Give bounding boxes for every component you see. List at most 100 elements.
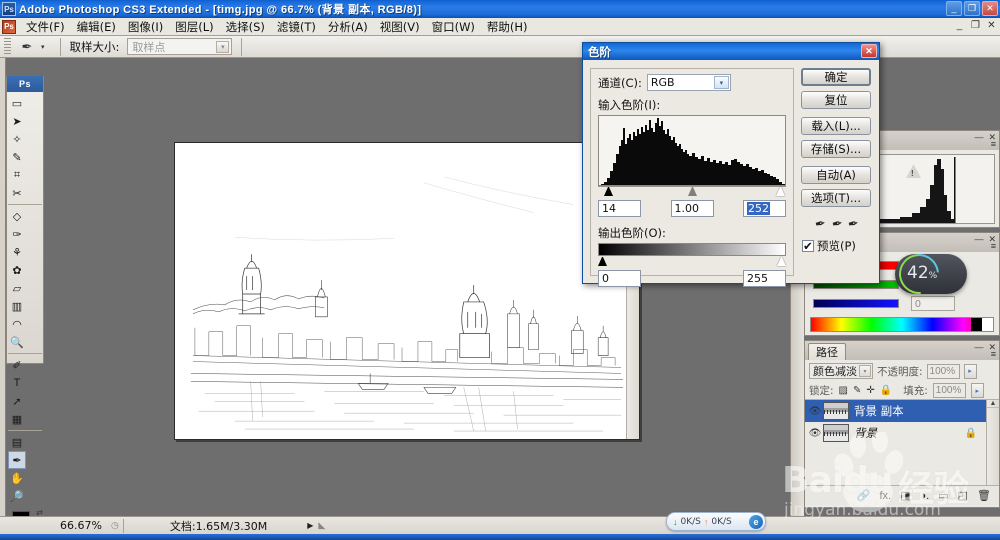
fill-slider-arrow-icon[interactable]: ▸ [970,383,984,398]
dodge-tool-icon[interactable]: 🔍 [8,333,26,351]
chevron-down-icon[interactable]: ▾ [216,41,230,53]
chevron-down-icon[interactable]: ▾ [859,365,871,377]
options-button[interactable]: 选项(T)... [801,189,871,207]
output-black-field[interactable]: 0 [598,270,641,287]
scroll-up-icon[interactable]: ▲ [987,400,999,408]
input-white-field[interactable]: 252 [743,200,786,217]
fill-value[interactable]: 100% [932,383,966,398]
doc-close-button[interactable]: ✕ [985,20,998,31]
close-icon[interactable]: ✕ [861,44,877,58]
gamma-handle[interactable] [688,187,697,196]
output-levels-slider[interactable] [598,256,786,268]
adjustment-layer-icon[interactable]: ◑. [920,490,930,502]
minimize-icon[interactable]: — [974,234,983,245]
panel-menu-icon[interactable]: ≡ [991,139,996,149]
minimize-icon[interactable]: — [974,342,983,353]
panel-menu-icon[interactable]: ≡ [991,241,996,251]
lasso-tool-icon[interactable]: ✧ [8,130,26,148]
black-white-swatch[interactable] [971,318,993,331]
histogram-warning-icon[interactable] [906,165,921,178]
sample-size-select[interactable]: 取样点 ▾ [127,38,233,55]
zoom-tool-icon[interactable]: 🔎 [8,487,26,505]
gradient-tool-icon[interactable]: ▥ [8,297,26,315]
doc-minimize-button[interactable]: _ [953,20,966,31]
menu-help[interactable]: 帮助(H) [481,18,534,36]
save-button[interactable]: 存储(S)... [801,140,871,158]
crop-tool-icon[interactable]: ⌗ [8,166,26,184]
blue-slider[interactable] [813,299,899,308]
minimize-button[interactable]: _ [946,1,962,16]
delete-layer-icon[interactable]: 🗑 [977,489,991,502]
preview-checkbox-row[interactable]: ✔ 预览(P) [802,238,873,254]
options-bar-grip[interactable] [4,37,11,56]
minimize-icon[interactable]: — [974,132,983,143]
eyedropper-tool-icon[interactable]: ✒ [8,451,26,469]
new-group-icon[interactable]: ▭ [938,489,948,502]
menu-file[interactable]: 文件(F) [20,18,71,36]
maximize-button[interactable]: ❐ [964,1,980,16]
table-row[interactable]: 👁 背景 副本 [805,400,999,422]
tab-paths[interactable]: 路径 [808,343,846,360]
menu-image[interactable]: 图像(I) [122,18,169,36]
healing-brush-tool-icon[interactable]: ◇ [8,207,26,225]
menu-filter[interactable]: 滤镜(T) [271,18,322,36]
add-mask-icon[interactable]: ◨ [900,489,910,502]
toolbox-header[interactable]: Ps [7,76,43,92]
black-point-eyedropper-icon[interactable]: ✒ [813,215,827,233]
panel-menu-icon[interactable]: ≡ [991,349,996,359]
menu-window[interactable]: 窗口(W) [426,18,481,36]
ok-button[interactable]: 确定 [801,68,871,86]
layer-thumbnail[interactable] [823,402,849,420]
tool-preset-chevron-down-icon[interactable]: ▾ [41,43,45,51]
lock-image-pixels-icon[interactable]: ✎ [853,385,861,396]
eraser-tool-icon[interactable]: ▱ [8,279,26,297]
blue-value[interactable]: 0 [911,296,955,311]
marquee-tool-icon[interactable]: ▭ [8,94,26,112]
move-tool-icon[interactable]: ➤ [8,112,26,130]
white-point-eyedropper-icon[interactable]: ✒ [847,215,861,233]
layers-scrollbar[interactable]: ▲ [986,400,999,485]
network-speed-widget[interactable]: ↓ 0K/S ↑ 0K/S e [666,512,766,531]
doc-restore-button[interactable]: ❐ [969,20,982,31]
reset-button[interactable]: 复位 [801,91,871,109]
black-point-handle[interactable] [604,187,613,196]
chevron-down-icon[interactable]: ▾ [713,76,729,89]
clone-stamp-tool-icon[interactable]: ⚘ [8,243,26,261]
brush-tool-icon[interactable]: ✑ [8,225,26,243]
menu-layer[interactable]: 图层(L) [169,18,219,36]
layer-style-fx-icon[interactable]: fx. [879,490,891,502]
input-gamma-field[interactable]: 1.00 [670,200,714,217]
lock-position-icon[interactable]: ✛ [866,385,874,396]
lock-transparent-pixels-icon[interactable]: ▨ [839,385,848,396]
output-white-field[interactable]: 255 [743,270,786,287]
blur-tool-icon[interactable]: ◠ [8,315,26,333]
hand-tool-icon[interactable]: ✋ [8,469,26,487]
slice-tool-icon[interactable]: ✂ [8,184,26,202]
zoom-level[interactable]: 66.67% [60,519,106,532]
status-popup-arrow-icon[interactable]: ▶ [307,521,313,530]
browser-icon[interactable]: e [749,515,763,529]
auto-button[interactable]: 自动(A) [801,166,871,184]
link-layers-icon[interactable]: 🔗 [857,489,871,502]
menu-edit[interactable]: 编辑(E) [71,18,122,36]
channel-select[interactable]: RGB ▾ [646,74,731,91]
type-tool-icon[interactable]: T [8,374,26,392]
opacity-slider-arrow-icon[interactable]: ▸ [963,363,977,379]
blend-mode-select[interactable]: 颜色减淡 ▾ [809,363,873,379]
output-black-handle[interactable] [598,257,607,266]
resize-grip-icon[interactable]: ◣ [318,520,325,531]
preview-checkbox[interactable]: ✔ [802,239,814,253]
menu-view[interactable]: 视图(V) [374,18,426,36]
opacity-value[interactable]: 100% [926,363,960,379]
history-brush-tool-icon[interactable]: ✿ [8,261,26,279]
close-button[interactable]: ✕ [982,1,998,16]
eye-icon[interactable]: 👁 [807,406,823,417]
input-levels-slider[interactable] [598,186,786,198]
notes-tool-icon[interactable]: ▤ [8,433,26,451]
new-layer-icon[interactable]: ◰ [958,489,968,502]
accelerator-widget[interactable]: 42% [890,245,967,303]
menu-analysis[interactable]: 分析(A) [322,18,374,36]
menu-select[interactable]: 选择(S) [220,18,271,36]
lock-all-icon[interactable]: 🔒 [880,385,892,396]
table-row[interactable]: 👁 背景 🔒 [805,422,999,444]
